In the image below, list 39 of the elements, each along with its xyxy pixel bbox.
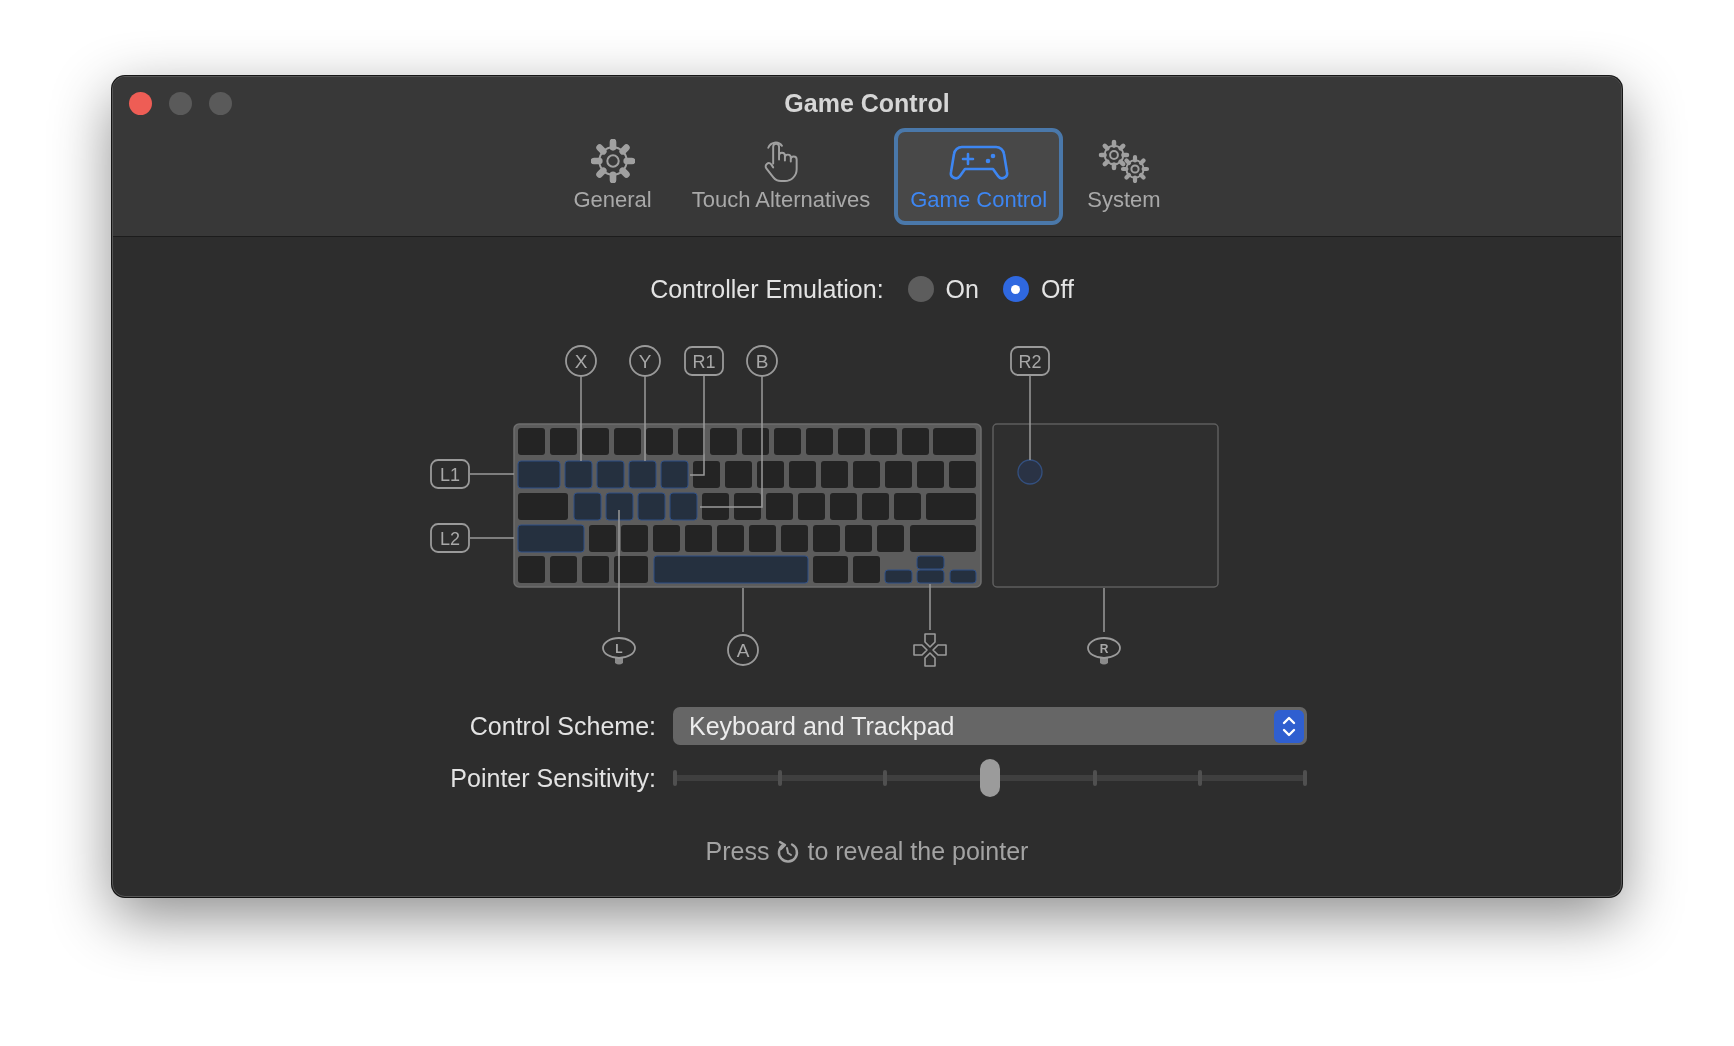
hint-text: to reveal the pointer [807, 837, 1029, 866]
slider-thumb[interactable] [980, 759, 1000, 797]
radio-option[interactable]: On [907, 274, 979, 304]
toolbar-tab[interactable]: System [1071, 128, 1177, 225]
button-callout: X [565, 345, 597, 377]
window-title: Game Control [784, 89, 950, 118]
radio-option[interactable]: Off [1002, 274, 1074, 304]
control-scheme-label: Control Scheme: [468, 711, 656, 741]
trigger-callout: R1 [684, 346, 724, 376]
joystick-callout: R [1087, 637, 1121, 665]
radio-button[interactable] [1002, 276, 1029, 302]
close-button[interactable] [129, 92, 152, 115]
leader-line [742, 587, 744, 633]
button-callout: B [746, 345, 778, 377]
radio-button[interactable] [907, 276, 934, 302]
trigger-callout: L1 [430, 459, 470, 489]
sensitivity-slider[interactable] [673, 759, 1307, 797]
toolbar-tab[interactable]: Touch Alternatives [675, 128, 887, 225]
control-scheme-dropdown[interactable]: Keyboard and Trackpad [673, 707, 1307, 745]
toolbar-tab[interactable]: General [557, 128, 668, 225]
gears-icon [1096, 139, 1151, 183]
button-callout: Y [629, 345, 661, 377]
dpad-icon [913, 633, 947, 667]
emulation-label: Controller Emulation: [650, 274, 884, 304]
trigger-callout: L2 [430, 523, 470, 553]
gamepad-icon [947, 143, 1010, 183]
leader-line [469, 473, 515, 475]
gear-icon [590, 139, 635, 183]
trigger-callout: R2 [1010, 346, 1050, 376]
sensitivity-label: Pointer Sensitivity: [449, 763, 656, 793]
rotate-icon [777, 839, 800, 864]
toolbar-tab[interactable]: Game Control [894, 128, 1064, 225]
leader-line [929, 583, 931, 631]
stepper-icon [1274, 709, 1304, 743]
leader-line [469, 537, 515, 539]
leader-line [1103, 587, 1105, 633]
hint-text: Press [705, 837, 770, 866]
joystick-callout: L [602, 637, 636, 665]
button-callout: A [727, 634, 759, 666]
